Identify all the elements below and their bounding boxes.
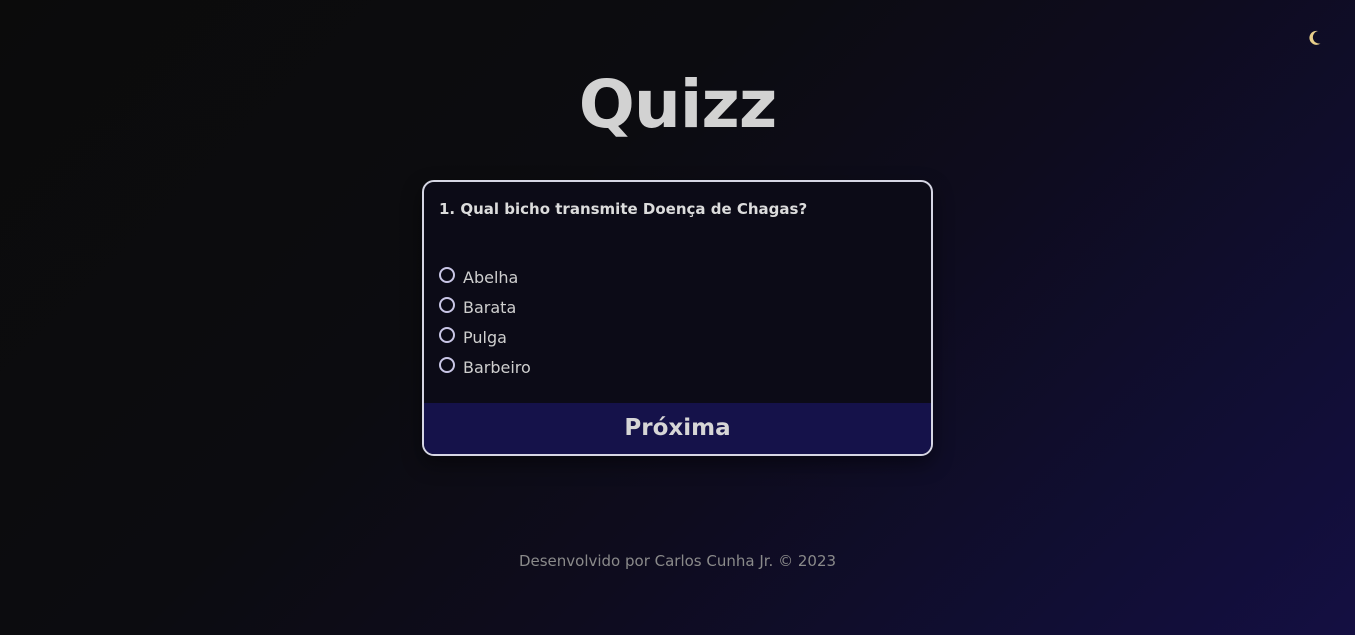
- option-barbeiro[interactable]: Barbeiro: [439, 352, 531, 382]
- footer-credit: Desenvolvido por Carlos Cunha Jr. © 2023: [518, 552, 837, 570]
- radio-button[interactable]: [439, 327, 455, 343]
- page-title: Quizz: [578, 66, 778, 143]
- next-button[interactable]: Próxima: [424, 403, 931, 454]
- question-text: 1. Qual bicho transmite Doença de Chagas…: [439, 200, 808, 218]
- option-label: Abelha: [463, 267, 519, 287]
- option-label: Barbeiro: [463, 357, 531, 377]
- quiz-card: 1. Qual bicho transmite Doença de Chagas…: [422, 180, 933, 456]
- option-abelha[interactable]: Abelha: [439, 262, 531, 292]
- radio-button[interactable]: [439, 297, 455, 313]
- radio-button[interactable]: [439, 267, 455, 283]
- options-list: Abelha Barata Pulga Barbeiro: [439, 262, 531, 382]
- radio-button[interactable]: [439, 357, 455, 373]
- option-barata[interactable]: Barata: [439, 292, 531, 322]
- option-label: Barata: [463, 297, 517, 317]
- option-label: Pulga: [463, 327, 507, 347]
- theme-toggle[interactable]: [1307, 28, 1327, 48]
- moon-icon: [1309, 30, 1321, 45]
- option-pulga[interactable]: Pulga: [439, 322, 531, 352]
